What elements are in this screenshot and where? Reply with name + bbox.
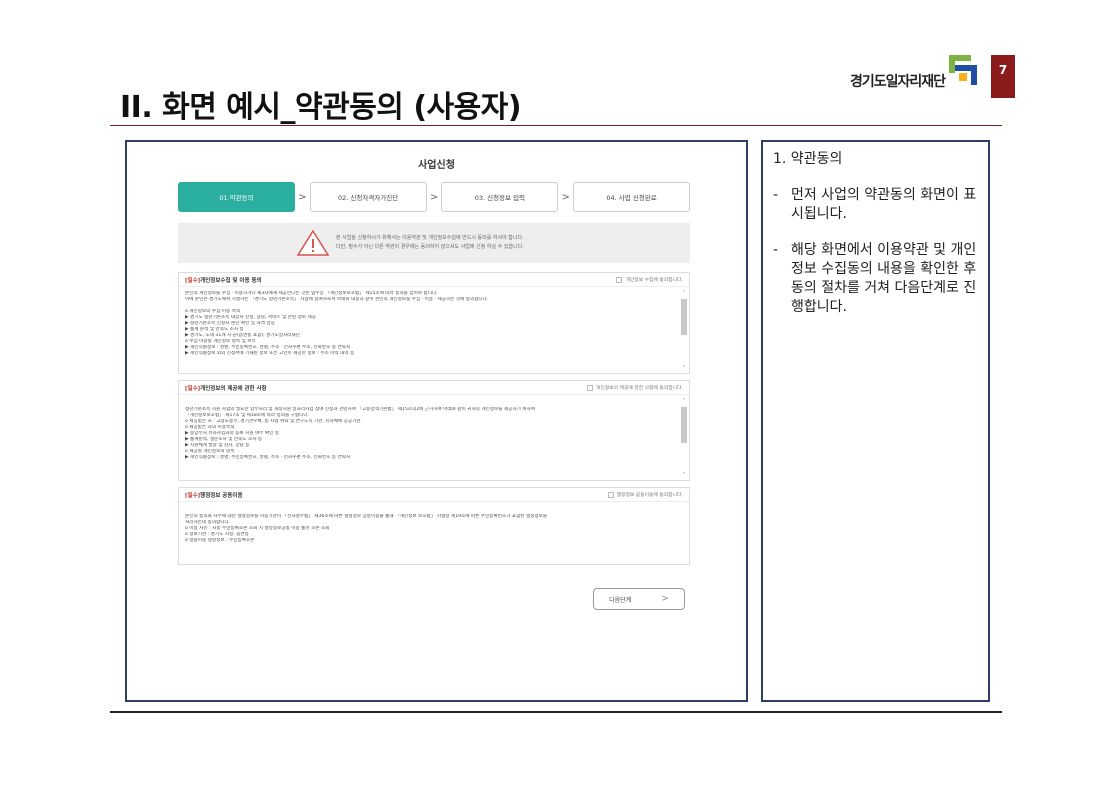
terms-title: [필수]개인정보수집 및 이용 동의 bbox=[185, 277, 262, 284]
bottom-divider bbox=[110, 711, 1002, 713]
notice-text: 본 사업을 신청하시기 위해서는 이용약관 및 개인정보수집에 반드시 동의를 … bbox=[336, 234, 524, 252]
step-3[interactable]: 03. 신청정보 입력 bbox=[441, 182, 559, 212]
step-separator: > bbox=[298, 191, 307, 203]
explanation-text: 해당 화면에서 이용약관 및 개인정보 수집동의 내용을 확인한 후 동의 절차… bbox=[791, 242, 977, 315]
explanation-item: - 해당 화면에서 이용약관 및 개인정보 수집동의 내용을 확인한 후 동의 … bbox=[773, 241, 978, 317]
logo: 경기도일자리재단 bbox=[850, 55, 978, 91]
terms-box-admin-info: [필수]행정정보 공동이용 행정정보 공동이용에 동의합니다. 본인의 동의와 … bbox=[178, 487, 690, 565]
terms-header: [필수]개인정보의 제공에 관한 사항 개인정보의 제공에 관한 사항에 동의합… bbox=[179, 381, 689, 395]
terms-header: [필수]행정정보 공동이용 행정정보 공동이용에 동의합니다. bbox=[179, 488, 689, 502]
terms-header: [필수]개인정보수집 및 이용 동의 개인정보 수집에 동의합니다. bbox=[179, 273, 689, 287]
page-number: 7 bbox=[991, 55, 1015, 98]
bullet: - bbox=[773, 242, 779, 258]
terms-box-info-provision: [필수]개인정보의 제공에 관한 사항 개인정보의 제공에 관한 사항에 동의합… bbox=[178, 380, 690, 481]
logo-mark-icon bbox=[947, 55, 978, 85]
notice-line-2: 다만, 필수가 아닌 다른 약관의 경우에는 동의하지 않으셔도 사업에 신청 … bbox=[336, 244, 524, 250]
next-step-label: 다음단계 bbox=[609, 596, 632, 604]
notice-box: 본 사업을 신청하시기 위해서는 이용약관 및 개인정보수집에 반드시 동의를 … bbox=[178, 223, 690, 263]
scroll-down-icon[interactable]: ˅ bbox=[681, 473, 687, 479]
terms-content[interactable]: 본인의 개인정보를 수집 · 이용하거나 제3자에게 제공한다는 것은 업무상 … bbox=[179, 287, 689, 374]
notice-line-1: 본 사업을 신청하시기 위해서는 이용약관 및 개인정보수집에 반드시 동의를 … bbox=[336, 235, 524, 241]
checkbox-icon[interactable] bbox=[607, 491, 614, 498]
next-step-button[interactable]: 다음단계 > bbox=[593, 588, 685, 610]
screen-example-panel: 사업신청 01.약관동의 > 02. 신청자격자가진단 > 03. 신청정보 입… bbox=[125, 140, 748, 702]
checkbox-icon[interactable] bbox=[586, 384, 593, 391]
step-separator: > bbox=[561, 191, 570, 203]
bullet: - bbox=[773, 187, 779, 203]
title-divider bbox=[110, 125, 1002, 126]
agree-checkbox[interactable]: 개인정보의 제공에 관한 사항에 동의합니다. bbox=[586, 384, 683, 391]
explanation-heading: 1. 약관동의 bbox=[773, 151, 843, 167]
explanation-text: 먼저 사업의 약관동의 화면이 표시됩니다. bbox=[791, 187, 977, 222]
slide-title: II. 화면 예시_약관동의 (사용자) bbox=[120, 90, 522, 125]
step-indicator: 01.약관동의 > 02. 신청자격자가진단 > 03. 신청정보 입력 > 0… bbox=[178, 181, 691, 213]
explanation-panel: 1. 약관동의 - 먼저 사업의 약관동의 화면이 표시됩니다. - 해당 화면… bbox=[761, 140, 990, 702]
scroll-up-icon[interactable]: ˄ bbox=[681, 291, 687, 297]
logo-text: 경기도일자리재단 bbox=[850, 74, 946, 90]
step-1[interactable]: 01.약관동의 bbox=[178, 182, 295, 212]
scrollbar[interactable]: ˄ ˅ bbox=[681, 291, 687, 372]
step-separator: > bbox=[429, 191, 439, 203]
scrollbar[interactable]: ˄ ˅ bbox=[681, 399, 687, 479]
scroll-down-icon[interactable]: ˅ bbox=[681, 366, 687, 372]
checkbox-icon[interactable] bbox=[616, 276, 623, 283]
agree-checkbox[interactable]: 개인정보 수집에 동의합니다. bbox=[616, 276, 683, 283]
chevron-right-icon: > bbox=[661, 594, 669, 604]
app-title: 사업신청 bbox=[418, 160, 455, 171]
agree-checkbox[interactable]: 행정정보 공동이용에 동의합니다. bbox=[607, 491, 683, 498]
terms-title: [필수]개인정보의 제공에 관한 사항 bbox=[185, 385, 267, 392]
scroll-thumb[interactable] bbox=[681, 299, 687, 335]
step-2[interactable]: 02. 신청자격자가진단 bbox=[309, 182, 427, 212]
scroll-up-icon[interactable]: ˄ bbox=[681, 399, 687, 405]
terms-content[interactable]: 본인의 동의와 사무에 대한 행정정보를 이용기관이 「전자정부법」 제36조에… bbox=[179, 502, 689, 565]
terms-content[interactable]: 청년기본소득 지원 사업의 필요한 업무처리 및 개정지원 일자리사업 참여 신… bbox=[179, 395, 689, 481]
terms-title: [필수]행정정보 공동이용 bbox=[185, 492, 243, 499]
step-4[interactable]: 04. 사업 신청완료 bbox=[573, 182, 691, 212]
explanation-item: - 먼저 사업의 약관동의 화면이 표시됩니다. bbox=[773, 186, 978, 224]
scroll-thumb[interactable] bbox=[681, 407, 687, 443]
terms-box-personal-info: [필수]개인정보수집 및 이용 동의 개인정보 수집에 동의합니다. 본인의 개… bbox=[178, 272, 690, 374]
warning-icon bbox=[296, 229, 330, 256]
